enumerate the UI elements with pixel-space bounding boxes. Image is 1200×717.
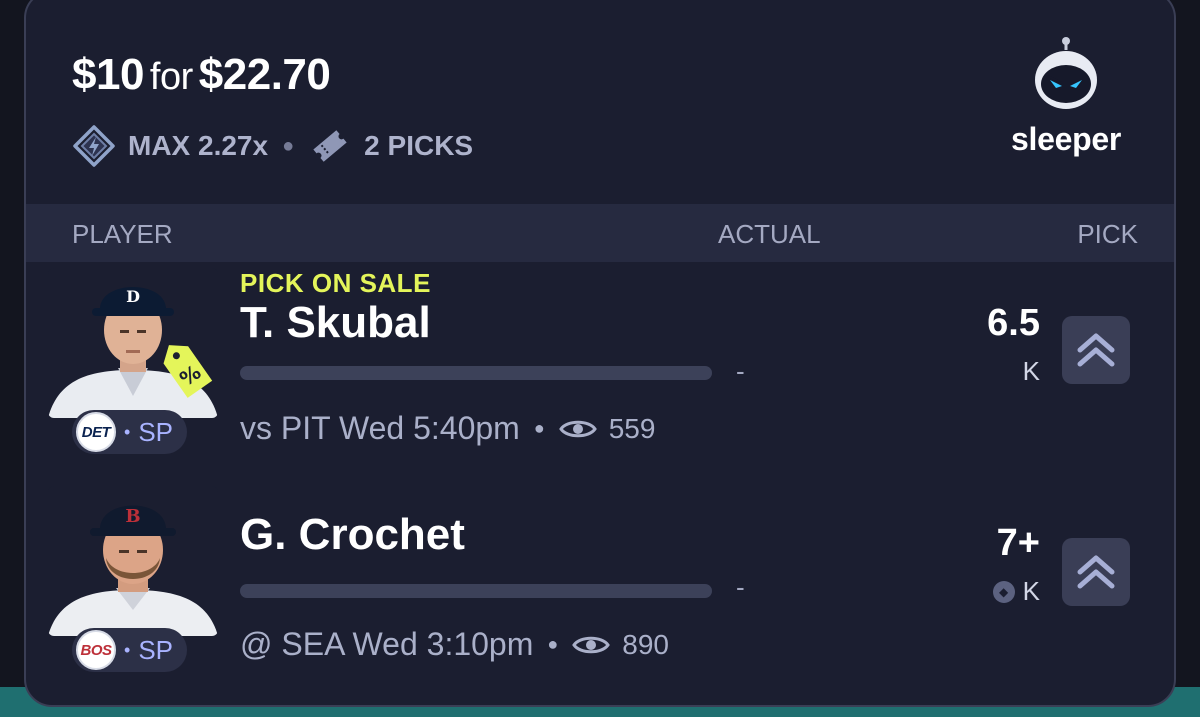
stat-type: ◆ K — [992, 576, 1040, 607]
entry-meta: MAX 2.27x ● 2 PICKS — [72, 124, 473, 168]
double-chevron-up-icon — [1077, 333, 1115, 367]
game-separator: ● — [533, 418, 545, 438]
brand-name: sleeper — [1011, 121, 1121, 157]
svg-text:B: B — [125, 506, 140, 527]
coin-icon: ◆ — [992, 580, 1015, 603]
max-multiplier: MAX 2.27x — [128, 130, 269, 161]
column-actual: ACTUAL — [718, 219, 821, 249]
game-matchup: vs PIT Wed 5:40pm — [240, 410, 520, 446]
progress-bar — [240, 366, 712, 380]
progress-bar — [240, 584, 712, 598]
game-info: vs PIT Wed 5:40pm ● 559 — [240, 410, 655, 447]
team-badge: DET — [76, 412, 116, 452]
column-header: PLAYER ACTUAL PICK — [26, 204, 1174, 262]
player-headshot: B — [48, 486, 218, 636]
player-name[interactable]: T. Skubal — [240, 298, 431, 348]
sale-tag-icon: % — [163, 345, 213, 398]
stat-label: K — [1022, 356, 1040, 386]
more-pick-button[interactable] — [1062, 538, 1130, 606]
picks-count: 2 PICKS — [364, 130, 474, 161]
pill-separator: • — [124, 421, 131, 442]
column-player: PLAYER — [72, 219, 173, 249]
promo-label: PICK ON SALE — [240, 268, 431, 298]
column-pick: PICK — [1077, 219, 1138, 249]
meta-separator: ● — [282, 134, 295, 157]
position-label: SP — [138, 634, 173, 665]
multiplier-diamond-icon — [72, 124, 116, 168]
player-row[interactable]: B BOS • SP G. Crochet - @ SEA Wed 3:10pm… — [26, 486, 1174, 704]
entry-header: $10 for $22.70 MAX 2.27x ● 2 PICKS sleep… — [26, 0, 1174, 204]
game-separator: ● — [547, 634, 559, 654]
ticket-icon — [308, 124, 352, 168]
sleeper-logo: sleeper — [1006, 36, 1126, 158]
payout-amount: $22.70 — [198, 50, 331, 99]
view-count: 890 — [622, 628, 669, 660]
game-matchup: @ SEA Wed 3:10pm — [240, 626, 534, 662]
eye-icon — [572, 633, 611, 657]
game-info: @ SEA Wed 3:10pm ● 890 — [240, 626, 669, 663]
team-position-pill: DET • SP — [72, 410, 187, 454]
for-label: for — [149, 56, 193, 98]
stat-type: K — [1023, 356, 1040, 387]
stat-label: K — [1022, 576, 1040, 606]
pick-line: 6.5 — [987, 302, 1040, 344]
pill-separator: • — [124, 639, 131, 660]
pick-line: 7+ — [996, 522, 1040, 564]
eye-icon — [558, 417, 597, 441]
actual-value: - — [736, 572, 745, 602]
player-row[interactable]: D % DET • SP PICK ON SALE T. Skubal - vs… — [26, 268, 1174, 486]
actual-value: - — [736, 356, 745, 386]
more-pick-button[interactable] — [1062, 316, 1130, 384]
view-count: 559 — [608, 412, 656, 444]
team-badge: BOS — [76, 630, 116, 670]
svg-text:D: D — [126, 287, 140, 306]
entry-card: $10 for $22.70 MAX 2.27x ● 2 PICKS sleep… — [24, 0, 1176, 707]
player-name[interactable]: G. Crochet — [240, 510, 465, 560]
double-chevron-up-icon — [1077, 555, 1115, 589]
sleeper-mascot-icon — [1035, 37, 1097, 109]
payout-title: $10 for $22.70 — [72, 50, 331, 100]
stake-amount: $10 — [72, 50, 144, 99]
team-position-pill: BOS • SP — [72, 628, 187, 672]
position-label: SP — [138, 416, 173, 447]
